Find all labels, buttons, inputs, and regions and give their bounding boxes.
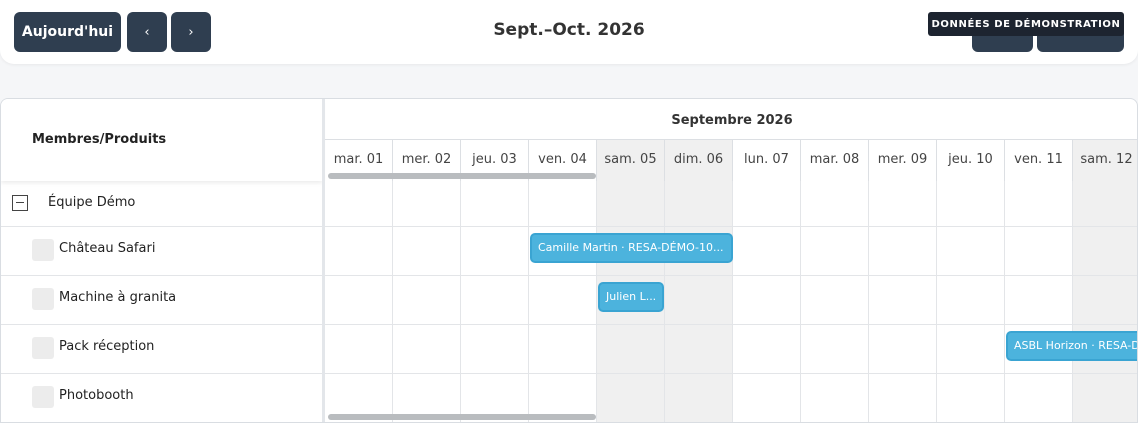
booking-event[interactable]: Julien L...: [598, 282, 664, 312]
day-column[interactable]: [325, 181, 393, 422]
booking-event[interactable]: Camille Martin · RESA-DÉMO-10...: [530, 233, 733, 263]
resource-label: Machine à granita: [59, 290, 177, 305]
horizontal-scrollbar-bottom[interactable]: [328, 414, 596, 420]
demo-data-badge: DONNÉES DE DÉMONSTRATION: [928, 12, 1124, 36]
resource-thumbnail: [32, 239, 54, 261]
day-column[interactable]: [937, 181, 1005, 422]
day-header: sam. 12: [1073, 140, 1137, 181]
day-column[interactable]: [1005, 181, 1073, 422]
day-header: lun. 07: [733, 140, 801, 181]
resource-row: Pack réception: [1, 324, 322, 373]
resource-row: Machine à granita: [1, 275, 322, 324]
day-column[interactable]: [393, 181, 461, 422]
resource-scheduler: Membres/Produits Septembre 2026 mar. 01 m…: [0, 98, 1138, 423]
column-resizer[interactable]: [322, 99, 325, 422]
resource-header-label: Membres/Produits: [32, 132, 167, 147]
day-column[interactable]: [529, 181, 597, 422]
day-header: jeu. 10: [937, 140, 1005, 181]
month-header: Septembre 2026: [325, 99, 1137, 140]
resource-row: Photobooth: [1, 373, 322, 422]
resource-thumbnail: [32, 337, 54, 359]
day-column[interactable]: [801, 181, 869, 422]
day-header: mer. 09: [869, 140, 937, 181]
resource-group-row: Équipe Démo: [1, 181, 322, 226]
resource-thumbnail: [32, 386, 54, 408]
resource-label: Pack réception: [59, 339, 155, 354]
day-column[interactable]: [869, 181, 937, 422]
day-column[interactable]: [665, 181, 733, 422]
resource-label: Photobooth: [59, 388, 134, 403]
group-label: Équipe Démo: [48, 195, 136, 210]
day-column[interactable]: [1073, 181, 1137, 422]
horizontal-scrollbar-top[interactable]: [328, 173, 596, 179]
collapse-icon[interactable]: [12, 195, 28, 211]
timeline-grid[interactable]: [325, 181, 1137, 422]
resource-column-header: Membres/Produits: [1, 99, 322, 181]
day-column[interactable]: [733, 181, 801, 422]
resource-row: Château Safari: [1, 226, 322, 275]
day-header: mar. 08: [801, 140, 869, 181]
day-header: sam. 05: [597, 140, 665, 181]
resource-label: Château Safari: [59, 241, 156, 256]
booking-event[interactable]: ASBL Horizon · RESA-D: [1006, 331, 1137, 361]
day-column[interactable]: [461, 181, 529, 422]
resource-thumbnail: [32, 288, 54, 310]
day-header: ven. 11: [1005, 140, 1073, 181]
day-header: dim. 06: [665, 140, 733, 181]
